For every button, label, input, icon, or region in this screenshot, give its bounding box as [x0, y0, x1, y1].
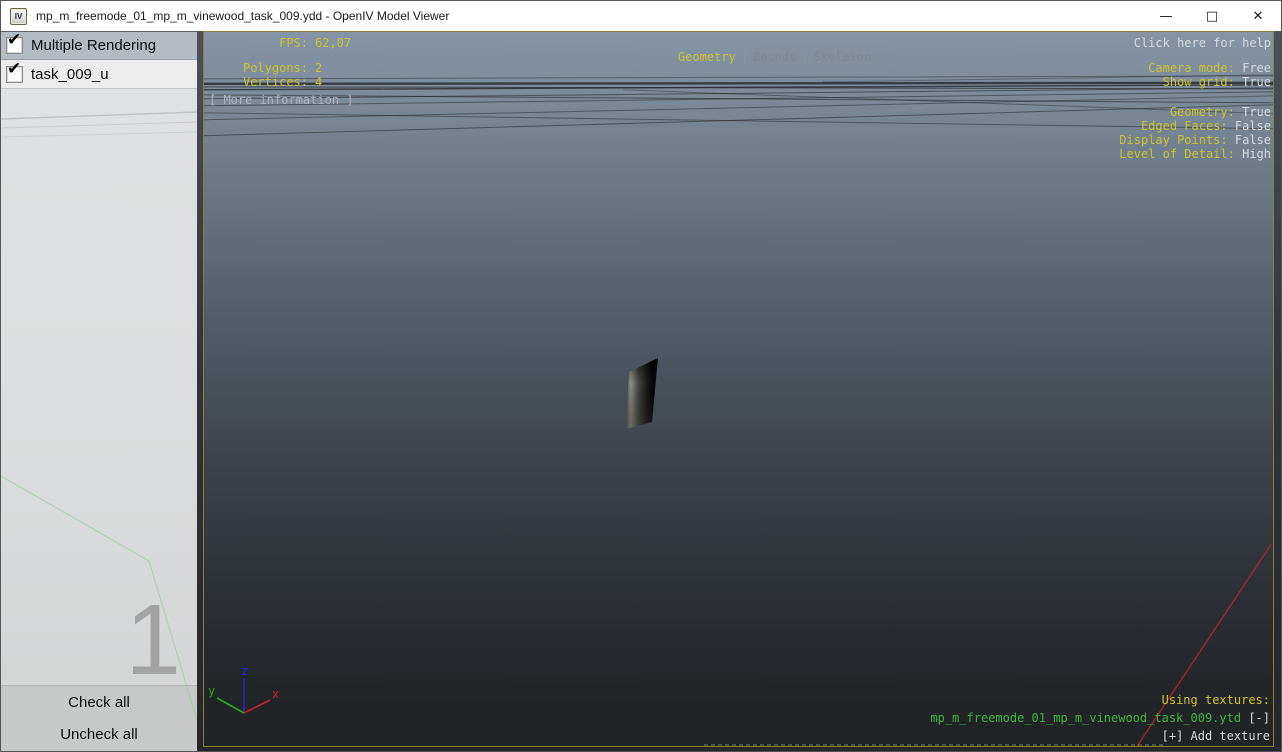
x-axis-label: x [272, 687, 279, 701]
show-grid-toggle[interactable]: Show grid: True [1148, 75, 1271, 89]
texture-entry: mp_m_freemode_01_mp_m_vinewood_task_009.… [930, 709, 1270, 727]
geometry-label: Geometry: [1169, 105, 1235, 119]
tab-separator: | [740, 50, 748, 64]
uncheck-all-button[interactable]: Uncheck all [1, 719, 197, 752]
check-icon: ✔ [7, 58, 22, 79]
maximize-icon: □ [1205, 8, 1219, 24]
openiv-model-viewer-window: IV mp_m_freemode_01_mp_m_vinewood_task_0… [0, 0, 1282, 752]
model-list-body: 1 [1, 89, 197, 696]
geometry-toggle[interactable]: Geometry: True [1119, 105, 1271, 119]
minimize-icon: — [1159, 8, 1173, 24]
help-link[interactable]: Click here for help [1134, 36, 1271, 50]
display-settings: Geometry: True Edged Faces: False Displa… [1119, 105, 1271, 161]
multiple-rendering-label: Multiple Rendering [31, 37, 157, 54]
model-item-row[interactable]: ✔ task_009_u [1, 60, 197, 89]
model-mesh [626, 358, 658, 429]
display-points-value: False [1234, 133, 1271, 147]
remove-texture-button[interactable]: [-] [1248, 711, 1270, 725]
window-title: mp_m_freemode_01_mp_m_vinewood_task_009.… [36, 9, 450, 23]
show-grid-label: Show grid: [1162, 75, 1235, 89]
level-of-detail-label: Level of Detail: [1119, 147, 1235, 161]
tab-skeleton[interactable]: Skeleton [814, 50, 872, 64]
axis-gizmo: z x y [208, 664, 279, 714]
geometry-value: True [1242, 105, 1271, 119]
tab-geometry[interactable]: Geometry [678, 50, 736, 64]
camera-mode-toggle[interactable]: Camera mode: Free [1148, 61, 1271, 75]
multiple-rendering-row[interactable]: ✔ Multiple Rendering [1, 31, 197, 60]
edged-faces-label: Edged Faces: [1140, 119, 1228, 133]
using-textures-heading: Using textures: [1161, 693, 1270, 707]
textures-panel: Using textures: mp_m_freemode_01_mp_m_vi… [930, 691, 1270, 745]
display-points-label: Display Points: [1119, 133, 1228, 147]
tab-bounds[interactable]: Bounds [753, 50, 796, 64]
content: ✔ Multiple Rendering ✔ task_009_u 1 Chec… [1, 31, 1281, 751]
add-texture-button[interactable]: [+] Add texture [930, 727, 1270, 745]
model-list-sidebar: ✔ Multiple Rendering ✔ task_009_u 1 Chec… [1, 31, 197, 751]
main-area: z x y FPS: 62,07 Polygons: 2 Vertices: 4 [197, 31, 1281, 751]
maximize-button[interactable]: □ [1189, 1, 1235, 31]
app-icon-letters: IV [14, 11, 23, 21]
edged-faces-value: False [1234, 119, 1271, 133]
model-item-checkbox[interactable]: ✔ [6, 60, 23, 83]
z-axis-label: z [241, 664, 248, 678]
openiv-app-icon: IV [10, 7, 27, 25]
camera-settings: Camera mode: Free Show grid: True [1148, 61, 1271, 89]
close-button[interactable]: ✕ [1235, 1, 1281, 31]
viewport-3d[interactable]: z x y FPS: 62,07 Polygons: 2 Vertices: 4 [203, 31, 1274, 747]
more-information-button[interactable]: [ More information ] [209, 93, 354, 107]
edged-faces-toggle[interactable]: Edged Faces: False [1119, 119, 1271, 133]
model-count-watermark: 1 [125, 584, 181, 696]
y-axis-label: y [208, 684, 215, 698]
view-mode-tabs: Geometry | Bounds | Skeleton [204, 36, 1273, 78]
texture-name[interactable]: mp_m_freemode_01_mp_m_vinewood_task_009.… [930, 711, 1241, 725]
distant-grid-text-strip [704, 744, 1164, 746]
check-icon: ✔ [7, 30, 22, 50]
y-axis-line [216, 697, 245, 714]
level-of-detail-toggle[interactable]: Level of Detail: High [1119, 147, 1271, 161]
camera-mode-label: Camera mode: [1148, 61, 1235, 75]
camera-mode-value: Free [1242, 61, 1271, 75]
grid-lines [204, 74, 1273, 746]
model-item-label: task_009_u [31, 65, 109, 83]
level-of-detail-value: High [1242, 147, 1271, 161]
close-icon: ✕ [1252, 8, 1264, 24]
x-axis-line [243, 699, 271, 714]
show-grid-value: True [1242, 75, 1271, 89]
tab-separator: | [801, 50, 809, 64]
multiple-rendering-checkbox[interactable]: ✔ [6, 32, 23, 54]
minimize-button[interactable]: — [1143, 1, 1189, 31]
titlebar: IV mp_m_freemode_01_mp_m_vinewood_task_0… [1, 1, 1281, 31]
display-points-toggle[interactable]: Display Points: False [1119, 133, 1271, 147]
